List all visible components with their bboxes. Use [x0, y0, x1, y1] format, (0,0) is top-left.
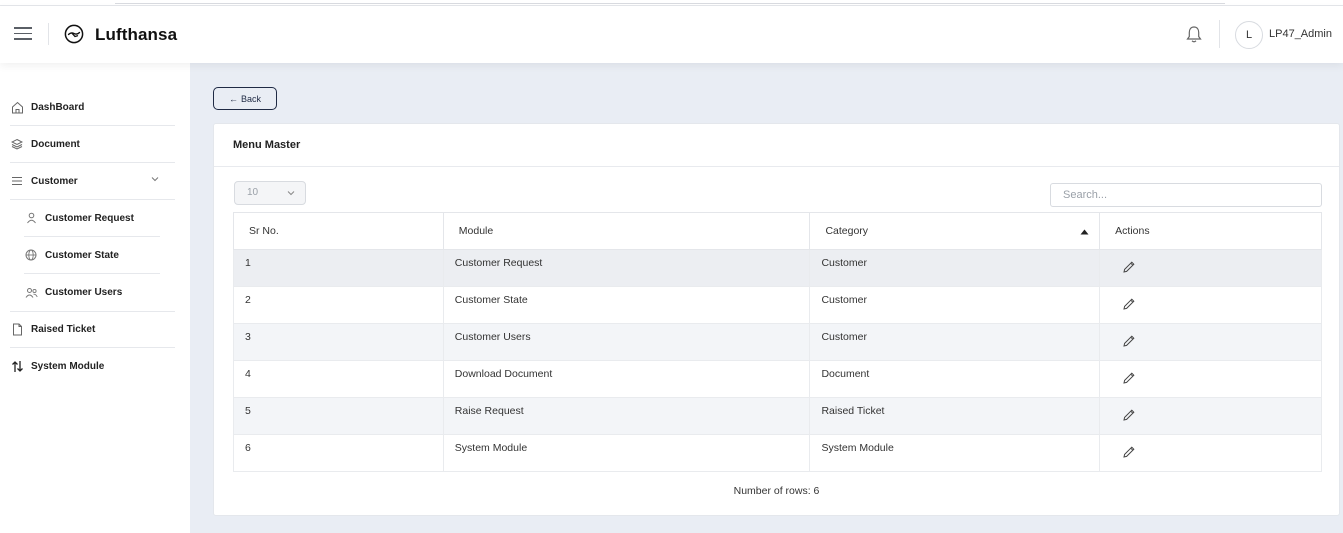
- cell-category: Customer: [809, 323, 1101, 361]
- edit-pencil-icon[interactable]: [1122, 445, 1136, 462]
- username-label[interactable]: LP47_Admin: [1269, 28, 1332, 40]
- sidebar-item-label: Customer Users: [45, 287, 123, 298]
- avatar[interactable]: L: [1235, 21, 1263, 49]
- notification-bell-icon[interactable]: [1185, 25, 1203, 45]
- list-icon: [10, 174, 24, 188]
- user-icon: [24, 211, 38, 225]
- sidebar: DashBoard Document Customer Customer Req…: [0, 63, 190, 533]
- cell-actions: [1099, 323, 1322, 361]
- cell-category: Raised Ticket: [809, 397, 1101, 435]
- sidebar-item-customer[interactable]: Customer: [10, 163, 175, 200]
- menu-toggle-icon[interactable]: [14, 27, 32, 41]
- app-header: Lufthansa L LP47_Admin: [0, 6, 1343, 63]
- chevron-down-icon: [287, 191, 295, 196]
- table-row: 5 Raise Request Raised Ticket: [233, 397, 1322, 435]
- edit-pencil-icon[interactable]: [1122, 297, 1136, 314]
- users-icon: [24, 286, 38, 300]
- cell-category: System Module: [809, 434, 1101, 472]
- cell-sr-no: 2: [233, 286, 444, 324]
- sidebar-item-document[interactable]: Document: [10, 126, 175, 163]
- cell-sr-no: 4: [233, 360, 444, 398]
- brand-name: Lufthansa: [95, 25, 178, 44]
- sidebar-item-label: Raised Ticket: [31, 323, 96, 335]
- table-body: 1 Customer Request Customer 2 Customer State…: [233, 249, 1322, 472]
- edit-pencil-icon[interactable]: [1122, 334, 1136, 351]
- page-size-value: 10: [247, 187, 259, 198]
- row-count-label: Number of rows: 6: [733, 485, 820, 497]
- cell-category: Customer: [809, 286, 1101, 324]
- menu-table: Sr No. Module Category Actions 1 Customer…: [233, 212, 1322, 472]
- cell-category: Document: [809, 360, 1101, 398]
- cell-sr-no: 6: [233, 434, 444, 472]
- home-icon: [10, 100, 24, 114]
- header-divider: [1219, 20, 1220, 48]
- column-header-actions: Actions: [1099, 212, 1322, 250]
- search-input[interactable]: [1050, 183, 1322, 207]
- cell-module: System Module: [442, 434, 811, 472]
- cell-actions: [1099, 286, 1322, 324]
- menu-master-card: Menu Master 10 Sr No. Module Category Ac…: [213, 123, 1340, 516]
- sidebar-item-label: Customer State: [45, 249, 119, 261]
- column-header-module[interactable]: Module: [442, 212, 811, 250]
- layers-icon: [10, 137, 24, 151]
- back-button-label: Back: [240, 93, 261, 104]
- edit-pencil-icon[interactable]: [1122, 260, 1136, 277]
- chevron-down-icon[interactable]: [151, 176, 159, 182]
- table-row: 4 Download Document Document: [233, 360, 1322, 398]
- sidebar-item-customer-request[interactable]: Customer Request: [24, 200, 160, 237]
- cell-sr-no: 1: [233, 249, 444, 287]
- column-header-label: Category: [825, 225, 869, 237]
- card-title: Menu Master: [233, 139, 301, 151]
- lufthansa-crane-logo-icon: [64, 24, 84, 44]
- sidebar-item-dashboard[interactable]: DashBoard: [10, 89, 175, 126]
- file-icon: [10, 322, 24, 336]
- cell-actions: [1099, 397, 1322, 435]
- sort-ascending-icon[interactable]: [1080, 229, 1089, 235]
- edit-pencil-icon[interactable]: [1122, 371, 1136, 388]
- sidebar-item-label: DashBoard: [31, 101, 85, 113]
- globe-icon: [24, 248, 38, 262]
- header-divider: [48, 23, 49, 45]
- cell-module: Customer Request: [442, 249, 811, 287]
- table-row: 2 Customer State Customer: [233, 286, 1322, 324]
- sidebar-item-label: Document: [31, 138, 80, 150]
- cell-actions: [1099, 249, 1322, 287]
- swap-icon: [10, 360, 24, 374]
- cell-actions: [1099, 434, 1322, 472]
- table-row: 6 System Module System Module: [233, 434, 1322, 472]
- page-size-select[interactable]: 10: [234, 181, 306, 205]
- card-divider: [214, 166, 1339, 167]
- table-header-row: Sr No. Module Category Actions: [233, 212, 1322, 250]
- cell-module: Customer Users: [442, 323, 811, 361]
- sidebar-item-customer-state[interactable]: Customer State: [24, 237, 160, 274]
- column-header-sr-no[interactable]: Sr No.: [233, 212, 444, 250]
- sidebar-item-customer-users[interactable]: Customer Users: [24, 274, 160, 311]
- sidebar-item-system-module[interactable]: System Module: [10, 348, 175, 385]
- table-row: 1 Customer Request Customer: [233, 249, 1322, 287]
- sidebar-item-label: Customer Request: [45, 212, 134, 224]
- sidebar-item-raised-ticket[interactable]: Raised Ticket: [10, 311, 175, 348]
- sidebar-item-label: Customer: [31, 175, 78, 187]
- back-button[interactable]: ← Back: [213, 87, 277, 110]
- table-row: 3 Customer Users Customer: [233, 323, 1322, 361]
- cell-sr-no: 5: [233, 397, 444, 435]
- cell-sr-no: 3: [233, 323, 444, 361]
- sidebar-item-label: System Module: [31, 361, 105, 372]
- cell-category: Customer: [809, 249, 1101, 287]
- edit-pencil-icon[interactable]: [1122, 408, 1136, 425]
- cell-module: Customer State: [442, 286, 811, 324]
- cell-actions: [1099, 360, 1322, 398]
- cell-module: Download Document: [442, 360, 811, 398]
- column-header-category[interactable]: Category: [809, 212, 1101, 250]
- cell-module: Raise Request: [442, 397, 811, 435]
- arrow-left-icon: ←: [228, 93, 238, 104]
